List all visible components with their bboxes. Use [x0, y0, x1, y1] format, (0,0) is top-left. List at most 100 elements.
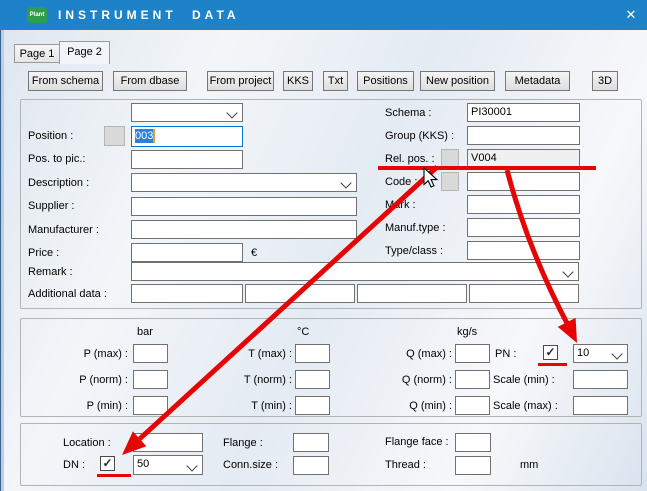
t-norm-label: T (norm) :: [210, 374, 292, 386]
additional-data-input-3[interactable]: [357, 284, 467, 303]
remark-combo[interactable]: [131, 262, 579, 281]
code-picker-button[interactable]: [441, 172, 459, 191]
from-dbase-button[interactable]: From dbase: [113, 71, 187, 91]
mark-label: Mark :: [385, 199, 416, 211]
position-combo[interactable]: [131, 103, 243, 122]
p-max-input[interactable]: [133, 344, 168, 363]
tab-page2[interactable]: Page 2: [59, 41, 110, 64]
t-max-input[interactable]: [295, 344, 330, 363]
chevron-down-icon: [562, 266, 573, 277]
from-project-button[interactable]: From project: [207, 71, 274, 91]
conn-size-input[interactable]: [293, 456, 329, 475]
kks-button[interactable]: KKS: [283, 71, 313, 91]
q-max-label: Q (max) :: [370, 348, 452, 360]
3d-button[interactable]: 3D: [592, 71, 618, 91]
p-norm-label: P (norm) :: [46, 374, 128, 386]
flange-label: Flange :: [223, 437, 263, 449]
position-label: Position :: [28, 130, 73, 142]
conn-size-label: Conn.size :: [223, 459, 278, 471]
plant-app-icon: Plant: [27, 7, 47, 23]
new-position-button[interactable]: New position: [420, 71, 495, 91]
thread-unit-label: mm: [520, 459, 538, 471]
pn-combo[interactable]: 10: [573, 344, 628, 363]
additional-data-input-2[interactable]: [245, 284, 355, 303]
titlebar: Plant INSTRUMENT DATA ✕: [0, 0, 647, 30]
type-class-label: Type/class :: [385, 245, 443, 257]
mark-input[interactable]: [467, 195, 580, 214]
p-min-input[interactable]: [133, 396, 168, 415]
dn-checkbox[interactable]: ✓: [100, 456, 115, 471]
location-input[interactable]: [133, 433, 203, 452]
chevron-down-icon: [186, 460, 197, 471]
group-kks-label: Group (KKS) :: [385, 130, 454, 142]
unit-kgs-label: kg/s: [457, 326, 477, 338]
pos-to-pic-input[interactable]: [131, 150, 243, 169]
dn-combo[interactable]: 50: [133, 455, 203, 475]
window-title: INSTRUMENT DATA: [58, 0, 240, 30]
txt-button[interactable]: Txt: [323, 71, 348, 91]
rel-pos-field: V004: [467, 149, 580, 168]
check-icon: ✓: [545, 345, 555, 359]
manuf-type-input[interactable]: [467, 218, 580, 237]
dn-value: 50: [137, 458, 149, 470]
position-input[interactable]: 003: [131, 126, 243, 147]
description-label: Description :: [28, 177, 89, 189]
manufacturer-input[interactable]: [131, 220, 357, 239]
thread-label: Thread :: [385, 459, 426, 471]
group-kks-input[interactable]: [467, 126, 580, 145]
scale-max-label: Scale (max) :: [493, 400, 558, 412]
position-value: 003: [135, 129, 155, 143]
q-min-label: Q (min) :: [370, 400, 452, 412]
description-combo[interactable]: [131, 173, 357, 192]
close-icon[interactable]: ✕: [620, 5, 642, 25]
dn-label: DN :: [63, 459, 85, 471]
flange-face-input[interactable]: [455, 433, 491, 452]
code-input[interactable]: [467, 172, 580, 191]
schema-label: Schema :: [385, 107, 431, 119]
type-class-input[interactable]: [467, 241, 580, 260]
price-input[interactable]: [131, 243, 243, 262]
position-picker-button[interactable]: [104, 126, 125, 146]
rel-pos-value: V004: [471, 152, 497, 164]
price-label: Price :: [28, 247, 59, 259]
t-min-input[interactable]: [295, 396, 330, 415]
positions-button[interactable]: Positions: [357, 71, 414, 91]
from-schema-button[interactable]: From schema: [28, 71, 103, 91]
pn-label: PN :: [495, 348, 516, 360]
p-norm-input[interactable]: [133, 370, 168, 389]
manufacturer-label: Manufacturer :: [28, 224, 99, 236]
supplier-label: Supplier :: [28, 200, 74, 212]
manuf-type-label: Manuf.type :: [385, 222, 446, 234]
q-min-input[interactable]: [455, 396, 490, 415]
schema-input[interactable]: PI30001: [467, 103, 580, 122]
rel-pos-picker-button[interactable]: [441, 149, 459, 168]
dn-annotation-underline: [97, 474, 131, 477]
metadata-button[interactable]: Metadata: [505, 71, 570, 91]
tab-page1[interactable]: Page 1: [14, 44, 60, 63]
scale-max-input[interactable]: [573, 396, 628, 415]
additional-data-input-4[interactable]: [469, 284, 579, 303]
q-norm-label: Q (norm) :: [370, 374, 452, 386]
rel-pos-label: Rel. pos. :: [385, 153, 435, 165]
instrument-data-dialog: Plant INSTRUMENT DATA ✕ Page 1 Page 2 Fr…: [0, 0, 647, 491]
schema-value: PI30001: [471, 106, 512, 118]
q-max-input[interactable]: [455, 344, 490, 363]
pn-value: 10: [577, 347, 589, 359]
flange-face-label: Flange face :: [385, 436, 449, 448]
code-label: Code :: [385, 176, 417, 188]
chevron-down-icon: [226, 107, 237, 118]
window-left-edge: [0, 30, 4, 491]
q-norm-input[interactable]: [455, 370, 490, 389]
additional-data-input-1[interactable]: [131, 284, 243, 303]
t-norm-input[interactable]: [295, 370, 330, 389]
pn-checkbox[interactable]: ✓: [543, 345, 558, 360]
supplier-input[interactable]: [131, 197, 357, 216]
chevron-down-icon: [611, 348, 622, 359]
thread-input[interactable]: [455, 456, 491, 475]
scale-min-input[interactable]: [573, 370, 628, 389]
remark-label: Remark :: [28, 266, 73, 278]
t-max-label: T (max) :: [210, 348, 292, 360]
scale-min-label: Scale (min) :: [493, 374, 555, 386]
flange-input[interactable]: [293, 433, 329, 452]
additional-data-label: Additional data :: [28, 288, 107, 300]
